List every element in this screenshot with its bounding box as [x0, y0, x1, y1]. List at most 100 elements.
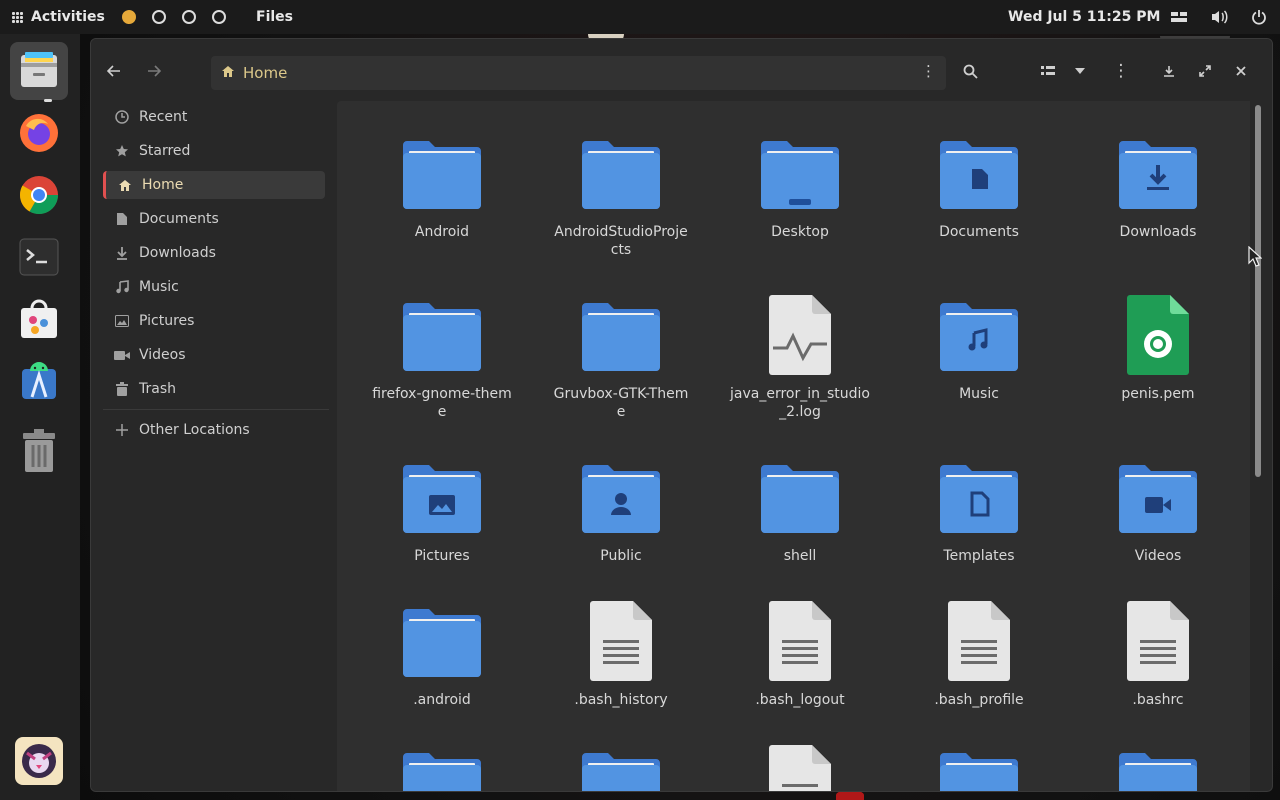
sidebar-item-label: Music: [139, 279, 179, 295]
video-icon: [113, 350, 131, 361]
file-name: Music: [959, 386, 999, 402]
folder-item[interactable]: Pictures: [367, 455, 517, 565]
file-name: Documents: [939, 224, 1019, 240]
folder-item[interactable]: Downloads: [1083, 131, 1233, 241]
sidebar-item-videos[interactable]: Videos: [103, 341, 325, 369]
power-icon[interactable]: [1250, 8, 1268, 26]
file-name: Android: [414, 224, 470, 240]
keyboard-layout-icon[interactable]: [1170, 8, 1188, 26]
folder-item[interactable]: Desktop: [725, 131, 875, 241]
file-name: java_error_in_studio_2.log: [730, 386, 870, 420]
files-app-icon[interactable]: [10, 42, 68, 102]
text-file-icon: [758, 743, 842, 791]
search-button[interactable]: [955, 57, 985, 85]
star-icon: [113, 144, 131, 158]
activities-label: Activities: [31, 9, 105, 25]
file-name: .bash_logout: [755, 692, 845, 708]
path-menu-icon[interactable]: ⋮: [921, 62, 936, 80]
volume-icon[interactable]: [1210, 8, 1228, 26]
sidebar-item-downloads[interactable]: Downloads: [103, 239, 325, 267]
folder-item[interactable]: AndroidStudioProjects: [546, 131, 696, 259]
path-segment-home[interactable]: Home: [243, 64, 287, 82]
folder-item[interactable]: [546, 743, 696, 791]
location-bar[interactable]: Home ⋮: [211, 56, 946, 90]
sidebar-item-label: Pictures: [139, 313, 195, 329]
sidebar-item-pictures[interactable]: Pictures: [103, 307, 325, 335]
forward-button[interactable]: [139, 57, 169, 85]
file-item[interactable]: .bash_profile: [904, 599, 1054, 709]
file-item[interactable]: [725, 743, 875, 791]
activities-button[interactable]: Activities: [0, 9, 110, 25]
folder-item[interactable]: Music: [904, 293, 1054, 403]
view-options-button[interactable]: [1065, 57, 1095, 85]
folder-item[interactable]: .android: [367, 599, 517, 709]
clock-icon: [113, 110, 131, 124]
folder-music-icon: [937, 293, 1021, 377]
file-name: Desktop: [771, 224, 829, 240]
file-name: .bashrc: [1132, 692, 1184, 708]
folder-item[interactable]: Templates: [904, 455, 1054, 565]
back-button[interactable]: [99, 57, 129, 85]
search-icon: [963, 64, 978, 79]
app-menu[interactable]: Files: [256, 9, 293, 25]
folder-videos-icon: [1116, 455, 1200, 539]
file-item[interactable]: .bash_history: [546, 599, 696, 709]
file-item[interactable]: .bash_logout: [725, 599, 875, 709]
file-item[interactable]: .bashrc: [1083, 599, 1233, 709]
workspace-1[interactable]: [122, 10, 136, 24]
folder-item[interactable]: Videos: [1083, 455, 1233, 565]
sidebar-item-recent[interactable]: Recent: [103, 103, 325, 131]
folder-item[interactable]: Android: [367, 131, 517, 241]
sidebar-item-starred[interactable]: Starred: [103, 137, 325, 165]
sidebar-item-home[interactable]: Home: [103, 171, 325, 199]
chrome-icon[interactable]: [10, 166, 68, 224]
workspace-3[interactable]: [182, 10, 196, 24]
view-toggle-button[interactable]: [1033, 57, 1063, 85]
folder-item[interactable]: Documents: [904, 131, 1054, 241]
sidebar-divider: [103, 409, 329, 410]
sidebar-item-music[interactable]: Music: [103, 273, 325, 301]
file-name: Public: [600, 548, 642, 564]
firefox-icon[interactable]: [10, 104, 68, 162]
maximize-icon: [1199, 65, 1211, 77]
workspace-4[interactable]: [212, 10, 226, 24]
sidebar-item-label: Home: [142, 177, 184, 193]
software-store-icon[interactable]: [10, 290, 68, 348]
folder-item[interactable]: Gruvbox-GTK-Theme: [546, 293, 696, 421]
terminal-icon[interactable]: [10, 228, 68, 286]
folder-item[interactable]: [904, 743, 1054, 791]
folder-icon: [1116, 743, 1200, 791]
folder-item[interactable]: [1083, 743, 1233, 791]
show-apps-icon[interactable]: [10, 732, 68, 790]
file-item[interactable]: java_error_in_studio_2.log: [725, 293, 875, 421]
file-name: shell: [783, 548, 817, 564]
folder-item[interactable]: firefox-gnome-theme: [367, 293, 517, 421]
home-icon: [221, 64, 235, 82]
file-item[interactable]: penis.pem: [1083, 293, 1233, 403]
android-studio-icon[interactable]: [10, 352, 68, 410]
folder-item[interactable]: shell: [725, 455, 875, 565]
sidebar-item-documents[interactable]: Documents: [103, 205, 325, 233]
scrollbar[interactable]: [1255, 105, 1261, 477]
main-menu-button[interactable]: ⋮: [1106, 57, 1136, 85]
workspace-2[interactable]: [152, 10, 166, 24]
sidebar-item-label: Downloads: [139, 245, 216, 261]
close-button[interactable]: [1226, 57, 1256, 85]
places-sidebar: Recent Starred Home Documents Downloads …: [91, 101, 337, 791]
clock[interactable]: Wed Jul 5 11:25 PM: [1008, 0, 1160, 34]
chevron-down-icon: [1075, 68, 1085, 74]
arrow-right-icon: [148, 65, 161, 77]
folder-item[interactable]: Public: [546, 455, 696, 565]
sidebar-item-other-locations[interactable]: Other Locations: [103, 416, 325, 444]
trash-dock-icon[interactable]: [10, 422, 68, 480]
list-view-icon: [1041, 66, 1055, 75]
folder-desktop-icon: [758, 131, 842, 215]
minimize-button[interactable]: [1154, 57, 1184, 85]
folder-item[interactable]: [367, 743, 517, 791]
sidebar-item-label: Recent: [139, 109, 188, 125]
text-file-icon: [1116, 599, 1200, 683]
file-name: Downloads: [1119, 224, 1197, 240]
maximize-button[interactable]: [1190, 57, 1220, 85]
sidebar-item-trash[interactable]: Trash: [103, 375, 325, 403]
mouse-cursor-icon: [1248, 246, 1262, 267]
